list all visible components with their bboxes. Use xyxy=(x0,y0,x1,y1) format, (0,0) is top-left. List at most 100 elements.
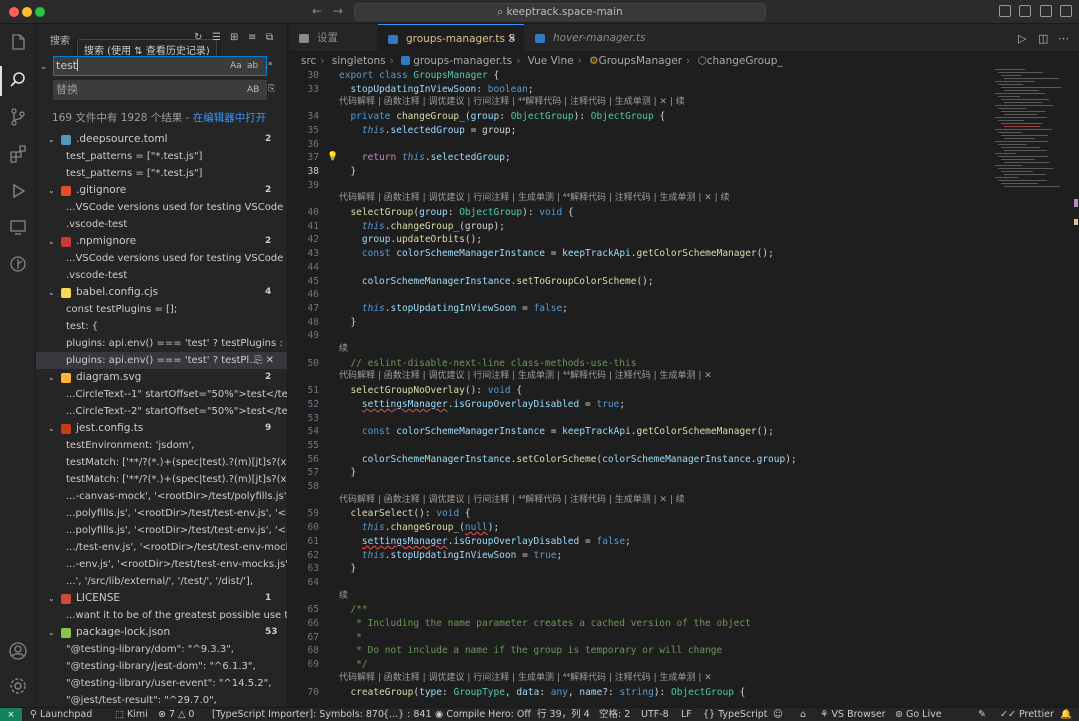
code-line[interactable]: 36 xyxy=(289,138,989,151)
code-lens-actions[interactable]: 续 xyxy=(339,590,348,603)
code-line[interactable]: 65 /** xyxy=(289,603,989,616)
result-match-line[interactable]: ...VSCode versions used for testing VSCo… xyxy=(36,250,287,267)
code-lens[interactable]: 代码解释 | 函数注释 | 调优建议 | 行间注释 | ⁴⁴解释代码 | 注释代… xyxy=(289,96,989,109)
result-file-row[interactable]: ⌄ babel.config.cjs 4 xyxy=(36,284,287,301)
code-lens[interactable]: 代码解释 | 函数注释 | 调优建议 | 行间注释 | ⁴⁴解释代码 | 注释代… xyxy=(289,494,989,507)
code-line[interactable]: 63 } xyxy=(289,562,989,575)
breadcrumb-vue-vine[interactable]: Vue Vine xyxy=(528,55,574,67)
remote-indicator-icon[interactable]: ⨯ xyxy=(0,708,22,721)
result-file-row[interactable]: ⌄ .npmignore 2 xyxy=(36,233,287,250)
code-line[interactable]: 46 xyxy=(289,288,989,301)
result-file-row[interactable]: ⌄ .gitignore 2 xyxy=(36,182,287,199)
open-in-editor-link[interactable]: 在编辑器中打开 xyxy=(193,112,267,124)
code-line[interactable]: 48 } xyxy=(289,316,989,329)
copilot-icon[interactable]: ☺ xyxy=(773,708,783,721)
toggle-secondary-sidebar-icon[interactable] xyxy=(1060,5,1072,17)
code-line[interactable]: 61 settingsManager.isGroupOverlayDisable… xyxy=(289,535,989,548)
code-line[interactable]: 54 const colorSchemeManagerInstance = ke… xyxy=(289,425,989,438)
result-match-line[interactable]: ...VSCode versions used for testing VSCo… xyxy=(36,199,287,216)
code-line[interactable]: 64 xyxy=(289,576,989,589)
code-line[interactable]: 57 } xyxy=(289,466,989,479)
code-line[interactable]: 39 xyxy=(289,179,989,192)
code-line[interactable]: 42 group.updateOrbits(); xyxy=(289,233,989,246)
result-match-line[interactable]: .../test-env.js', '<rootDir>/test/test-e… xyxy=(36,539,287,556)
regex-toggle[interactable]: .* xyxy=(265,61,272,71)
code-line[interactable]: 40 selectGroup(group: ObjectGroup): void… xyxy=(289,206,989,219)
more-actions-icon[interactable]: ⋯ xyxy=(1058,32,1069,45)
kimi-item[interactable]: ⬚ Kimi xyxy=(115,708,148,721)
result-match-line[interactable]: "@jest/test-result": "^29.7.0", xyxy=(36,692,287,707)
code-line[interactable]: 49 xyxy=(289,329,989,342)
minimize-window-button[interactable] xyxy=(22,7,32,17)
result-match-line[interactable]: ...', '/src/lib/external/', '/test/', '/… xyxy=(36,573,287,590)
code-line[interactable]: 58 xyxy=(289,480,989,493)
result-file-row[interactable]: ⌄ package-lock.json 53 xyxy=(36,624,287,641)
code-lens[interactable]: 续 xyxy=(289,343,989,356)
view-as-tree-icon[interactable]: ≡ xyxy=(248,32,259,43)
encoding[interactable]: UTF-8 xyxy=(641,708,669,721)
line-ending[interactable]: LF xyxy=(681,708,692,721)
clear-results-icon[interactable]: ☰ xyxy=(212,32,223,43)
code-line[interactable]: 35 this.selectedGroup = group; xyxy=(289,124,989,137)
result-match-line[interactable]: plugins: api.env() === 'test' ? testPlug… xyxy=(36,335,287,352)
accounts-icon[interactable] xyxy=(8,641,28,661)
code-line[interactable]: 41 this.changeGroup_(group); xyxy=(289,220,989,233)
breadcrumb-file[interactable]: groups-manager.ts xyxy=(413,55,512,67)
cursor-position[interactable]: 行 39，列 4 xyxy=(537,708,590,721)
code-line[interactable]: 50 // eslint-disable-next-line class-met… xyxy=(289,357,989,370)
problems-item[interactable]: ⊗ 7 △ 0 xyxy=(158,708,194,721)
tab-settings[interactable]: 设置 xyxy=(289,24,377,52)
result-match-line[interactable]: test_patterns = ["*.test.js"] xyxy=(36,165,287,182)
code-line[interactable]: 43 const colorSchemeManagerInstance = ke… xyxy=(289,247,989,260)
code-lens[interactable]: 代码解释 | 函数注释 | 调优建议 | 行间注释 | 生成单测 | ⁴⁴解释代… xyxy=(289,370,989,383)
prettier-item[interactable]: ✓✓ Prettier xyxy=(1000,708,1054,721)
vertical-scrollbar[interactable] xyxy=(1073,69,1079,707)
code-line[interactable]: 30 export class GroupsManager { xyxy=(289,69,989,82)
result-file-row[interactable]: ⌄ LICENSE 1 xyxy=(36,590,287,607)
chevron-down-icon[interactable]: ⌄ xyxy=(40,62,48,72)
result-match-line[interactable]: "@testing-library/user-event": "^14.5.2"… xyxy=(36,675,287,692)
code-lens-actions[interactable]: 代码解释 | 函数注释 | 调优建议 | 行间注释 | 生成单测 | ⁴⁴解释代… xyxy=(339,672,712,685)
result-match-line[interactable]: testEnvironment: 'jsdom', xyxy=(36,437,287,454)
back-arrow-icon[interactable]: ← xyxy=(312,4,322,18)
vs-browser-item[interactable]: ⚘ VS Browser xyxy=(820,708,886,721)
match-word-toggle[interactable]: ab xyxy=(247,61,258,71)
launchpad-item[interactable]: ⚲ Launchpad xyxy=(30,708,92,721)
preserve-case-toggle[interactable]: AB xyxy=(247,85,259,95)
tab-groups-manager[interactable]: groups-manager.ts 5 ✕ xyxy=(378,24,524,52)
code-line[interactable]: 60 this.changeGroup_(null); xyxy=(289,521,989,534)
new-search-editor-icon[interactable]: ⊞ xyxy=(230,32,241,43)
code-line[interactable]: 44 xyxy=(289,261,989,274)
result-file-row[interactable]: ⌄ jest.config.ts 9 xyxy=(36,420,287,437)
remote-explorer-icon[interactable] xyxy=(8,217,28,237)
code-line[interactable]: 47 this.stopUpdatingInViewSoon = false; xyxy=(289,302,989,315)
result-match-line[interactable]: ...want it to be of the greatest possibl… xyxy=(36,607,287,624)
code-editor[interactable]: 30 export class GroupsManager {33 stopUpd… xyxy=(289,69,989,707)
spell-check-icon[interactable]: ✎ xyxy=(978,708,986,721)
breadcrumb-singletons[interactable]: singletons xyxy=(332,55,386,67)
notifications-icon[interactable]: 🔔 xyxy=(1060,708,1072,721)
result-match-line[interactable]: .vscode-test xyxy=(36,267,287,284)
result-match-line[interactable]: test_patterns = ["*.test.js"] xyxy=(36,148,287,165)
command-center[interactable]: ⌕ keeptrack.space-main xyxy=(354,3,766,21)
result-match-line[interactable]: ...polyfills.js', '<rootDir>/test/test-e… xyxy=(36,505,287,522)
match-case-toggle[interactable]: Aa xyxy=(230,61,242,71)
code-lens-actions[interactable]: 代码解释 | 函数注释 | 调优建议 | 行间注释 | ⁴⁴解释代码 | 注释代… xyxy=(339,494,685,507)
manage-gear-icon[interactable] xyxy=(8,676,28,696)
code-lens[interactable]: 续 xyxy=(289,590,989,603)
code-line[interactable]: 38 } xyxy=(289,165,989,178)
code-line[interactable]: 70 createGroup(type: GroupType, data: an… xyxy=(289,686,989,699)
result-match-line[interactable]: testMatch: ['**/?(*.)+(spec|test).?(m)[j… xyxy=(36,454,287,471)
language-mode[interactable]: {} TypeScript xyxy=(703,708,767,721)
code-line[interactable]: 69 */ xyxy=(289,658,989,671)
code-line[interactable]: 55 xyxy=(289,439,989,452)
selection-info[interactable]: {...} : 841 xyxy=(383,708,432,721)
tab-hover-manager[interactable]: hover-manager.ts xyxy=(525,24,655,52)
toggle-panel-icon[interactable] xyxy=(1040,5,1052,17)
result-match-line[interactable]: "@testing-library/dom": "^9.3.3", xyxy=(36,641,287,658)
go-live-item[interactable]: ⊚ Go Live xyxy=(895,708,942,721)
source-control-icon[interactable] xyxy=(8,107,28,127)
code-line[interactable]: 33 stopUpdatingInViewSoon: boolean; xyxy=(289,83,989,96)
code-line[interactable]: 53 xyxy=(289,412,989,425)
code-lens-actions[interactable]: 续 xyxy=(339,343,348,356)
